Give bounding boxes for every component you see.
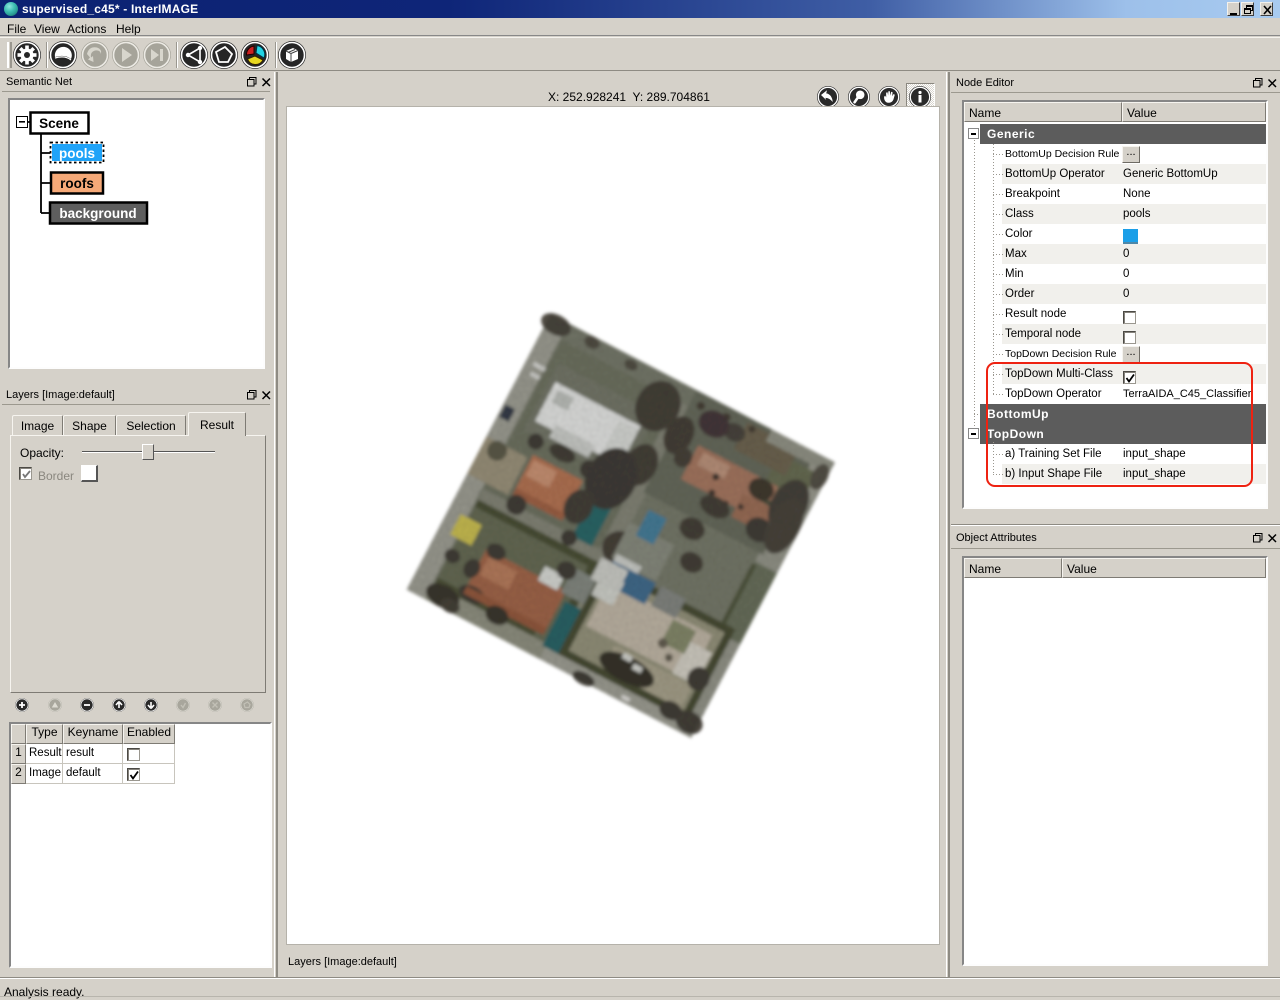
svg-text:Scene: Scene: [39, 116, 79, 131]
svg-text:roofs: roofs: [60, 176, 94, 191]
svg-text:background: background: [59, 206, 136, 221]
svg-text:pools: pools: [59, 146, 95, 161]
